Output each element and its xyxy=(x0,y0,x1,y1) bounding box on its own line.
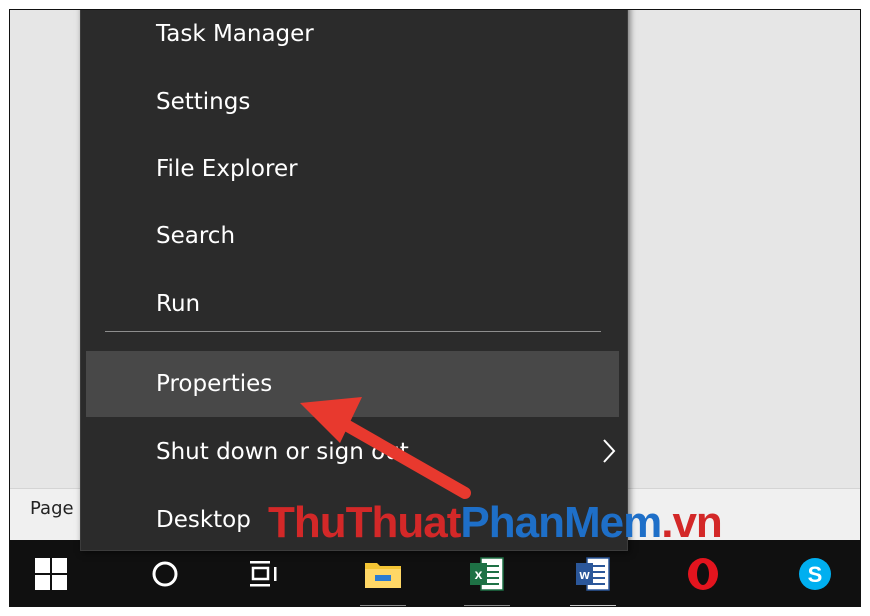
menu-item-label: Task Manager xyxy=(156,21,314,47)
menu-item-label: Desktop xyxy=(156,507,251,533)
status-bar-text: Page xyxy=(30,498,74,519)
annotation-arrow-icon xyxy=(300,397,471,499)
excel-icon: x xyxy=(470,557,504,591)
file-explorer-icon xyxy=(365,563,401,588)
chevron-right-icon xyxy=(603,439,616,463)
open-app-indicator xyxy=(464,605,510,606)
watermark-logo: ThuThuatPhanMem.vn xyxy=(268,498,723,547)
svg-text:w: w xyxy=(578,567,590,582)
taskbar-opera[interactable] xyxy=(672,540,734,606)
menu-item-label: Run xyxy=(156,291,201,317)
menu-item-task-manager[interactable]: Task Manager xyxy=(81,10,627,67)
open-app-indicator xyxy=(360,605,406,606)
menu-item-label: File Explorer xyxy=(156,156,298,182)
start-button[interactable] xyxy=(20,540,82,606)
menu-separator xyxy=(105,331,601,332)
task-view-icon xyxy=(250,561,277,587)
menu-item-file-explorer[interactable]: File Explorer xyxy=(81,136,627,202)
skype-icon: S xyxy=(799,558,831,590)
word-icon: w xyxy=(576,557,610,591)
opera-icon xyxy=(688,558,718,590)
svg-text:x: x xyxy=(475,566,483,582)
windows-start-icon xyxy=(35,558,67,590)
menu-item-settings[interactable]: Settings xyxy=(81,69,627,135)
active-app-indicator xyxy=(570,605,616,606)
menu-item-label: Settings xyxy=(156,89,251,115)
screenshot-frame: Page x w S Task Manager Settings File Ex… xyxy=(9,9,861,607)
cortana-circle-icon xyxy=(152,561,178,587)
menu-item-run[interactable]: Run xyxy=(81,271,627,337)
svg-text:S: S xyxy=(808,562,823,587)
taskbar-skype[interactable]: S xyxy=(784,540,846,606)
menu-item-label: Properties xyxy=(156,371,273,397)
menu-item-search[interactable]: Search xyxy=(81,203,627,269)
menu-item-label: Search xyxy=(156,223,236,249)
